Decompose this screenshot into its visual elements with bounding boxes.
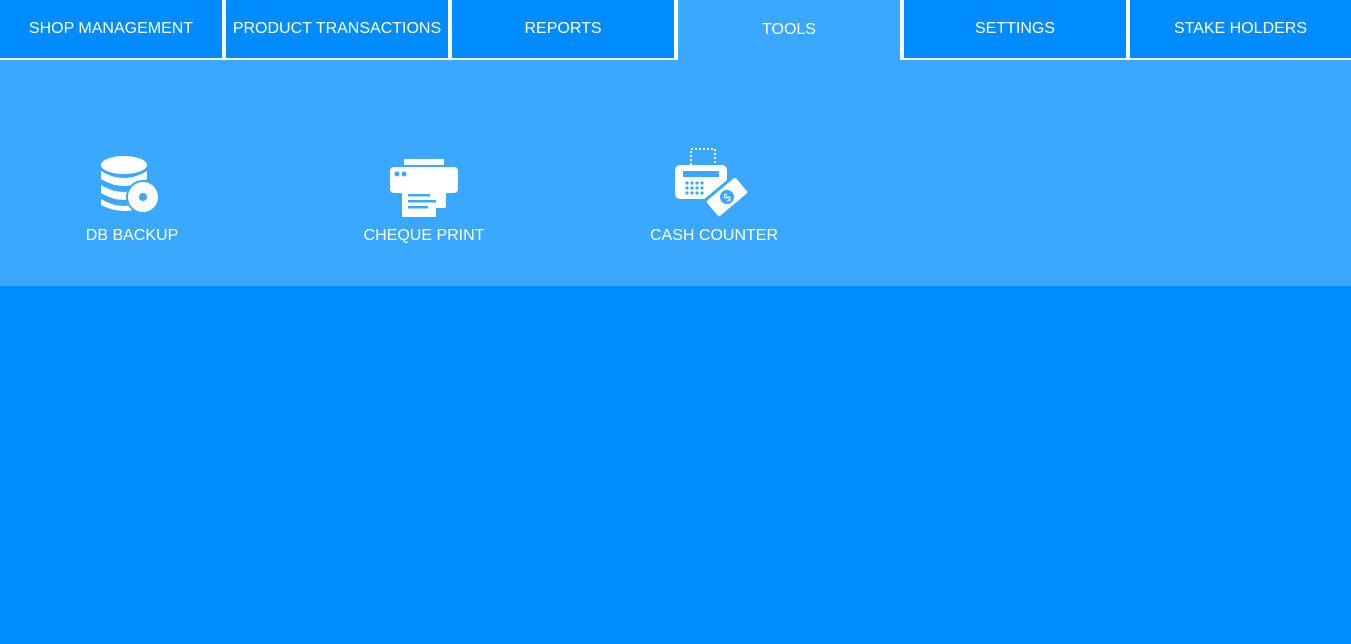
- printer-icon: [384, 145, 464, 217]
- tab-tools[interactable]: TOOLS: [678, 0, 900, 62]
- cash-counter-button[interactable]: $ CASH COUNTER: [644, 145, 784, 245]
- database-backup-icon: [92, 145, 172, 217]
- app-window: SHOP MANAGEMENT PRODUCT TRANSACTIONS REP…: [0, 0, 1351, 644]
- tab-reports[interactable]: REPORTS: [452, 0, 674, 60]
- tab-product-transactions[interactable]: PRODUCT TRANSACTIONS: [226, 0, 448, 60]
- db-backup-button[interactable]: DB BACKUP: [72, 145, 192, 245]
- cash-counter-label: CASH COUNTER: [649, 227, 778, 244]
- cheque-print-button[interactable]: CHEQUE PRINT: [364, 145, 484, 245]
- db-backup-label: DB BACKUP: [85, 227, 179, 244]
- tab-settings[interactable]: SETTINGS: [904, 0, 1126, 60]
- tab-shop-management[interactable]: SHOP MANAGEMENT: [0, 0, 222, 60]
- content-area: [0, 286, 1351, 644]
- tools-panel: DB BACKUP CHEQUE PRINT $ CASH COUNTER: [0, 60, 1351, 286]
- cheque-print-label: CHEQUE PRINT: [363, 227, 485, 244]
- main-tab-bar: SHOP MANAGEMENT PRODUCT TRANSACTIONS REP…: [0, 0, 1351, 62]
- tab-stake-holders[interactable]: STAKE HOLDERS: [1130, 0, 1351, 60]
- cash-counter-icon: $: [674, 145, 754, 217]
